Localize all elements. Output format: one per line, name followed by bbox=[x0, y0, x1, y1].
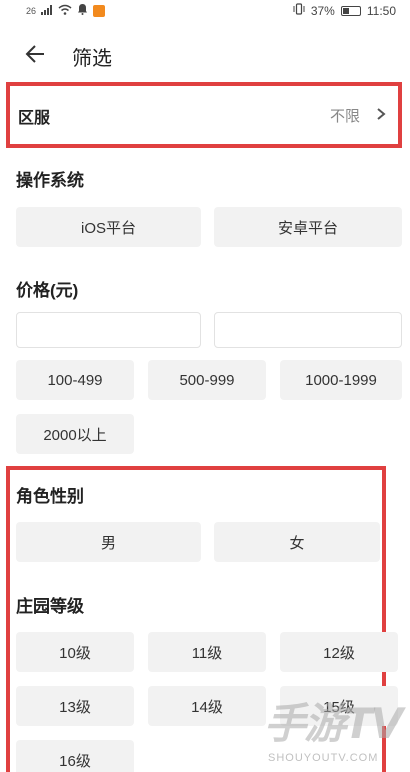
header: 筛选 bbox=[0, 34, 410, 78]
manor-level-16[interactable]: 16级 bbox=[16, 740, 134, 772]
gender-option-female[interactable]: 女 bbox=[214, 522, 380, 562]
status-left: 26 bbox=[26, 3, 106, 18]
manor-level-15[interactable]: 15级 bbox=[280, 686, 398, 726]
price-max-input[interactable] bbox=[214, 312, 402, 348]
os-option-ios[interactable]: iOS平台 bbox=[16, 207, 201, 247]
status-bar: 26 37% 11:50 bbox=[0, 0, 410, 22]
battery-icon bbox=[340, 5, 361, 16]
price-range-1000-1999[interactable]: 1000-1999 bbox=[280, 360, 402, 400]
price-range-100-499[interactable]: 100-499 bbox=[16, 360, 134, 400]
signal-label: 26 bbox=[26, 5, 37, 16]
region-value: 不限 bbox=[329, 108, 360, 125]
manor-level-11[interactable]: 11级 bbox=[148, 632, 266, 672]
chevron-right-icon bbox=[374, 106, 388, 122]
wifi-icon bbox=[58, 4, 72, 18]
vibrate-icon bbox=[293, 3, 305, 18]
price-section-title: 价格(元) bbox=[16, 281, 79, 300]
highlight-box bbox=[6, 466, 386, 772]
os-option-android[interactable]: 安卓平台 bbox=[214, 207, 402, 247]
gender-section-title: 角色性别 bbox=[16, 487, 84, 506]
back-arrow-icon[interactable] bbox=[24, 43, 46, 65]
gender-option-male[interactable]: 男 bbox=[16, 522, 201, 562]
manor-level-13[interactable]: 13级 bbox=[16, 686, 134, 726]
region-row[interactable]: 区服 不限 bbox=[6, 82, 402, 148]
os-section-title: 操作系统 bbox=[16, 171, 84, 190]
region-label: 区服 bbox=[18, 110, 51, 127]
price-min-input[interactable] bbox=[16, 312, 201, 348]
notification-bell-icon bbox=[77, 3, 88, 18]
signal-icon bbox=[41, 4, 53, 18]
manor-level-10[interactable]: 10级 bbox=[16, 632, 134, 672]
battery-percent: 37% bbox=[310, 3, 335, 18]
status-right: 37% 11:50 bbox=[293, 3, 396, 18]
app-notification-icon bbox=[93, 4, 106, 17]
page-title: 筛选 bbox=[72, 48, 112, 70]
manor-level-12[interactable]: 12级 bbox=[280, 632, 398, 672]
clock: 11:50 bbox=[366, 3, 396, 18]
price-range-500-999[interactable]: 500-999 bbox=[148, 360, 266, 400]
price-range-2000-plus[interactable]: 2000以上 bbox=[16, 414, 134, 454]
manor-section-title: 庄园等级 bbox=[16, 597, 84, 616]
manor-level-14[interactable]: 14级 bbox=[148, 686, 266, 726]
